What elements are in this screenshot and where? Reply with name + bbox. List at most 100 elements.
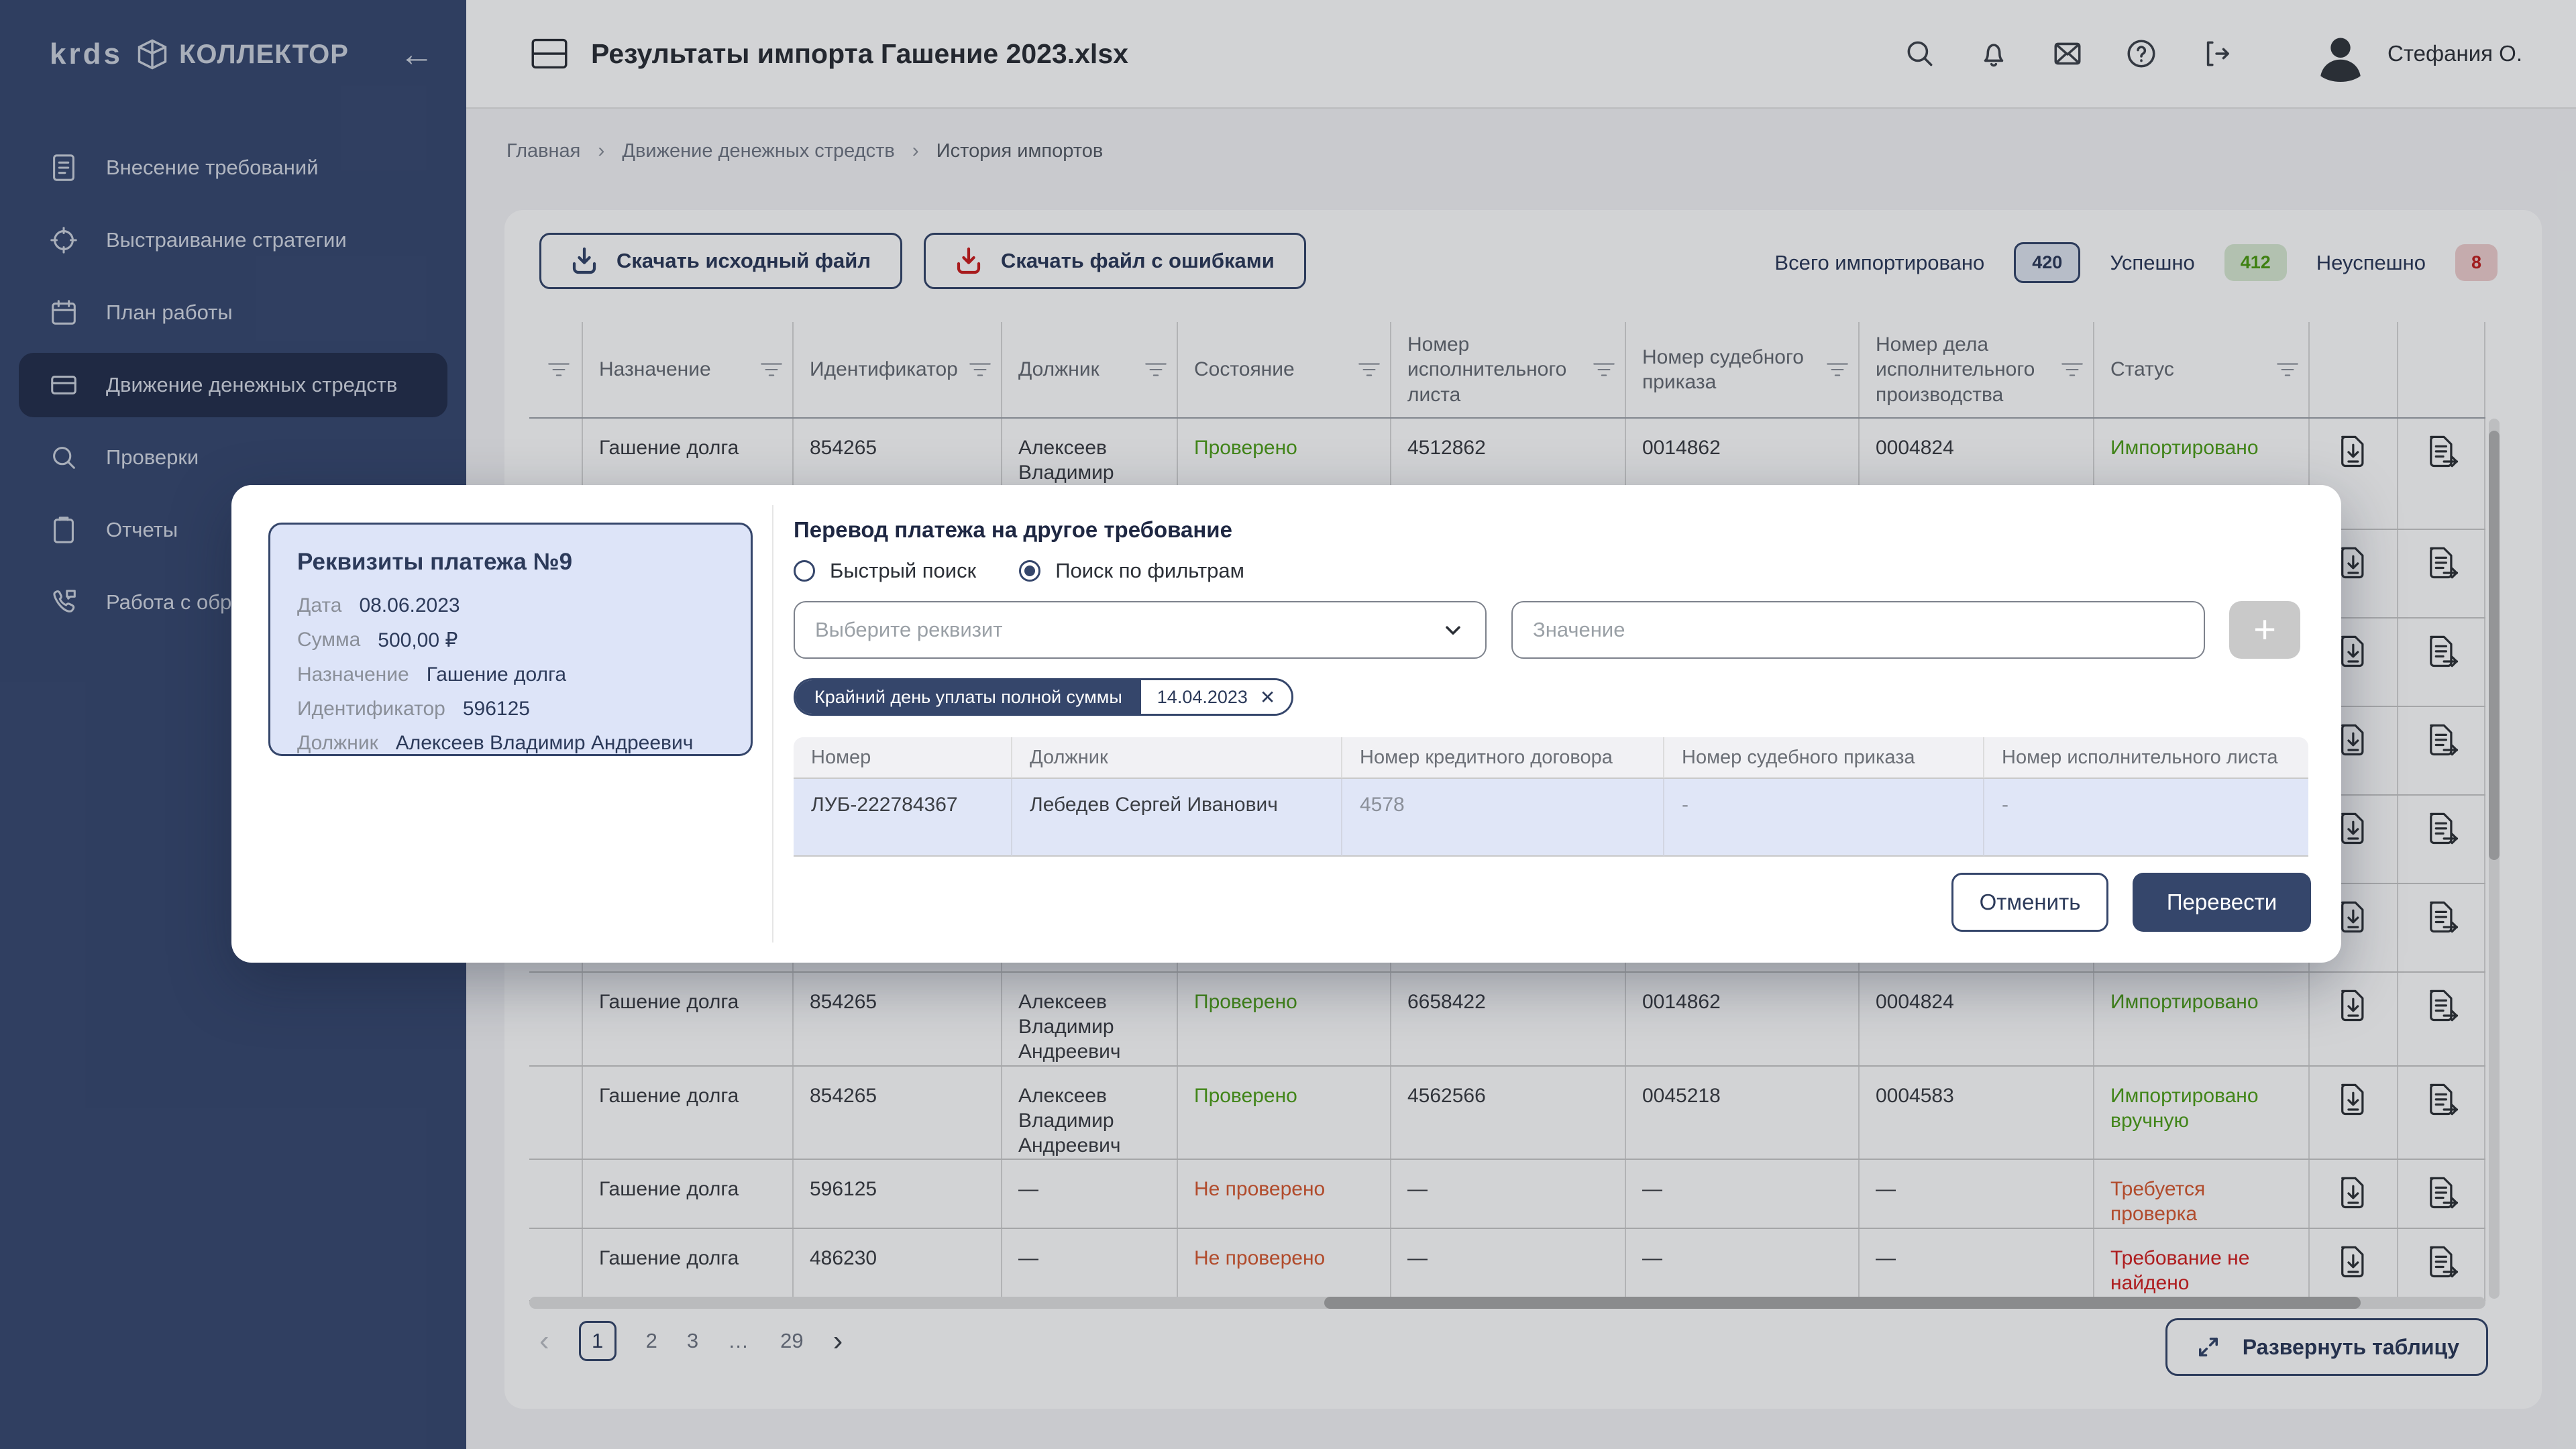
sidebar-item-label: Движение денежных стредств (106, 373, 397, 397)
row-select-cell (529, 1067, 583, 1159)
pagination-page-3[interactable]: 3 (687, 1329, 698, 1353)
breadcrumb-money-flow[interactable]: Движение денежных стредств (622, 140, 894, 162)
doc-download-icon[interactable] (2337, 899, 2372, 936)
app-root: krds КОЛЛЕКТОР ← Внесение требованийВыст… (0, 0, 2576, 1449)
transfer-button[interactable]: Перевести (2133, 873, 2311, 932)
stat-failed-badge: 8 (2455, 244, 2498, 281)
mail-icon[interactable] (2051, 37, 2084, 70)
horizontal-scrollbar-thumb[interactable] (1324, 1297, 2361, 1309)
payment-field: НазначениеГашение долга (297, 663, 724, 686)
requisite-select[interactable]: Выберите реквизит (794, 601, 1487, 659)
doc-export-icon[interactable] (2425, 899, 2460, 936)
candidate-row[interactable]: ЛУБ-222784367 Лебедев Сергей Иванович 45… (794, 779, 2308, 857)
filter-icon[interactable] (1143, 360, 1169, 380)
pagination-page-29[interactable]: 29 (780, 1329, 803, 1353)
doc-download-icon[interactable] (2337, 810, 2372, 848)
candidate-order: - (1664, 779, 1984, 857)
row-actions-cell (2398, 419, 2485, 529)
close-icon[interactable]: ✕ (1260, 686, 1275, 708)
column-header: Должник (1002, 322, 1178, 417)
doc-export-icon[interactable] (2425, 722, 2460, 759)
pagination-page-2[interactable]: 2 (646, 1329, 657, 1353)
value-input[interactable]: Значение (1511, 601, 2205, 659)
breadcrumb-home[interactable]: Главная (506, 140, 580, 162)
vertical-scrollbar-thumb[interactable] (2489, 431, 2500, 860)
candidate-writ: - (1984, 779, 2308, 857)
pagination-prev-icon[interactable]: ‹ (539, 1324, 549, 1358)
sidebar-item-2[interactable]: План работы (19, 280, 447, 345)
sidebar-item-0[interactable]: Внесение требований (19, 136, 447, 200)
cell-order: 0045218 (1626, 1067, 1860, 1159)
filter-icon[interactable] (546, 360, 572, 380)
table-row[interactable]: Гашение долга596125—Не проверено———Требу… (529, 1160, 2485, 1229)
download-errors-button[interactable]: Скачать файл с ошибками (924, 233, 1306, 289)
table-row[interactable]: Гашение долга486230—Не проверено———Требо… (529, 1229, 2485, 1301)
filter-icon[interactable] (759, 360, 784, 380)
filter-icon[interactable] (1591, 360, 1617, 380)
cell-purpose: Гашение долга (583, 1160, 794, 1228)
filter-icon[interactable] (1356, 360, 1382, 380)
search-icon (48, 442, 79, 473)
sidebar-item-3[interactable]: Движение денежных стредств (19, 353, 447, 417)
table-row[interactable]: Гашение долга854265Алексеев Владимир Анд… (529, 1067, 2485, 1160)
sidebar-item-4[interactable]: Проверки (19, 425, 447, 490)
payment-field-value: 08.06.2023 (359, 594, 460, 617)
cell-purpose: Гашение долга (583, 1067, 794, 1159)
doc-download-icon[interactable] (2337, 987, 2372, 1025)
table-page-icon (531, 38, 568, 70)
doc-download-icon[interactable] (2337, 633, 2372, 671)
doc-export-icon[interactable] (2425, 1081, 2460, 1119)
filter-icon[interactable] (1825, 360, 1850, 380)
avatar[interactable] (2312, 25, 2369, 82)
doc-download-icon[interactable] (2337, 1081, 2372, 1119)
candidate-contract: 4578 (1342, 779, 1664, 857)
breadcrumb-separator: › (912, 140, 919, 162)
radio-quick-search[interactable]: Быстрый поиск (794, 559, 976, 583)
filter-icon[interactable] (2059, 360, 2085, 380)
doc-download-icon[interactable] (2337, 1175, 2372, 1212)
filter-icon[interactable] (2275, 360, 2300, 380)
search-icon[interactable] (1903, 37, 1937, 70)
horizontal-scrollbar[interactable] (529, 1297, 2485, 1309)
filter-icon[interactable] (967, 360, 993, 380)
doc-export-icon[interactable] (2425, 810, 2460, 848)
doc-download-icon[interactable] (2337, 1244, 2372, 1281)
doc-export-icon[interactable] (2425, 987, 2460, 1025)
payment-field: Дата 08.06.2023 (297, 594, 724, 617)
pagination-page-1[interactable]: 1 (579, 1321, 616, 1361)
sidebar-item-1[interactable]: Выстраивание стратегии (19, 208, 447, 272)
payment-field-label: Дата (297, 594, 341, 617)
sidebar-item-label: Внесение требований (106, 156, 319, 180)
card-icon (48, 370, 79, 400)
doc-export-icon[interactable] (2425, 545, 2460, 582)
column-header-label: Номер судебного приказа (1642, 345, 1849, 395)
table-row[interactable]: Гашение долга854265Алексеев Владимир Анд… (529, 973, 2485, 1067)
cancel-button[interactable]: Отменить (1951, 873, 2108, 932)
logout-icon[interactable] (2198, 37, 2232, 70)
doc-export-icon[interactable] (2425, 633, 2460, 671)
cell-writ: — (1391, 1229, 1626, 1300)
radio-filter-search[interactable]: Поиск по фильтрам (1019, 559, 1244, 583)
doc-export-icon[interactable] (2425, 1244, 2460, 1281)
doc-export-icon[interactable] (2425, 1175, 2460, 1212)
add-filter-button[interactable]: + (2229, 601, 2300, 659)
column-header-actions (2310, 322, 2398, 417)
candidate-debtor: Лебедев Сергей Иванович (1012, 779, 1342, 857)
expand-table-button[interactable]: Развернуть таблицу (2165, 1318, 2488, 1376)
cell-purpose: Гашение долга (583, 1229, 794, 1300)
sidebar-collapse-icon[interactable]: ← (399, 37, 434, 72)
payment-field: Сумма500,00 ₽ (297, 629, 724, 652)
doc-download-icon[interactable] (2337, 433, 2372, 471)
doc-download-icon[interactable] (2337, 545, 2372, 582)
pagination: ‹ 1 2 3 … 29 › (539, 1321, 843, 1361)
doc-export-icon[interactable] (2425, 433, 2460, 471)
row-actions-cell (2398, 530, 2485, 617)
download-source-button[interactable]: Скачать исходный файл (539, 233, 902, 289)
sidebar-item-label: Выстраивание стратегии (106, 228, 347, 252)
help-icon[interactable] (2125, 37, 2158, 70)
pagination-next-icon[interactable]: › (833, 1324, 843, 1358)
payment-field-value: 596125 (463, 698, 530, 720)
vertical-scrollbar[interactable] (2489, 419, 2500, 1299)
doc-download-icon[interactable] (2337, 722, 2372, 759)
bell-icon[interactable] (1977, 37, 2010, 70)
